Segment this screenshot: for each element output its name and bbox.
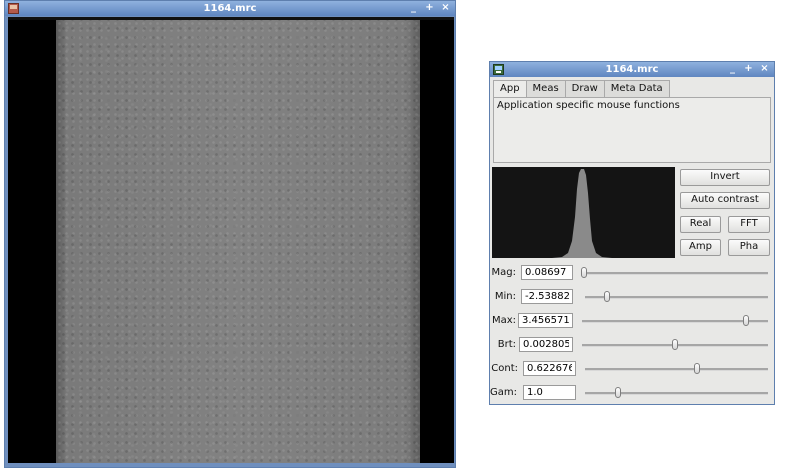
tab-meta-data[interactable]: Meta Data [603, 80, 670, 97]
tab-meas[interactable]: Meas [525, 80, 566, 97]
tab-draw[interactable]: Draw [564, 80, 605, 97]
auto-contrast-button[interactable]: Auto contrast [680, 192, 770, 209]
cont-slider-handle[interactable] [693, 363, 700, 374]
cont-label: Cont: [491, 363, 518, 374]
micrograph-image[interactable] [56, 20, 420, 463]
min-slider-handle[interactable] [603, 291, 610, 302]
tab-app[interactable]: App [493, 80, 527, 98]
max-slider-handle[interactable] [742, 315, 749, 326]
image-canvas[interactable] [8, 17, 454, 463]
mag-field[interactable] [521, 265, 573, 280]
minimize-icon[interactable]: _ [726, 63, 739, 76]
image-window-titlebar[interactable]: 1164.mrc _ + × [5, 1, 455, 16]
maximize-icon[interactable]: + [742, 63, 755, 76]
mag-slider-handle[interactable] [580, 267, 587, 278]
max-field[interactable] [518, 313, 573, 328]
image-window: 1164.mrc _ + × [4, 0, 456, 468]
brt-slider[interactable] [582, 339, 768, 350]
app-panel-text: Application specific mouse functions [497, 100, 680, 111]
real-button[interactable]: Real [680, 216, 721, 233]
minimize-icon[interactable]: _ [407, 2, 420, 15]
gam-slider[interactable] [585, 387, 768, 398]
histogram[interactable] [492, 167, 675, 258]
app-icon[interactable] [493, 64, 504, 75]
max-slider[interactable] [582, 315, 768, 326]
fft-button[interactable]: FFT [728, 216, 770, 233]
app-icon[interactable] [8, 3, 19, 14]
image-window-title: 1164.mrc [203, 3, 257, 14]
control-window-titlebar[interactable]: 1164.mrc _ + × [490, 62, 774, 77]
gam-label: Gam: [490, 387, 517, 398]
close-icon[interactable]: × [758, 63, 771, 76]
brt-label: Brt: [497, 339, 516, 350]
tab-bar: App Meas Draw Meta Data [493, 80, 670, 98]
amp-button[interactable]: Amp [680, 239, 721, 256]
mag-slider[interactable] [580, 267, 768, 278]
control-window-title: 1164.mrc [605, 64, 659, 75]
pha-button[interactable]: Pha [728, 239, 770, 256]
gam-field[interactable] [523, 385, 576, 400]
min-label: Min: [494, 291, 516, 302]
mag-label: Mag: [491, 267, 516, 278]
cont-slider[interactable] [585, 363, 768, 374]
app-tab-panel: Application specific mouse functions [493, 97, 771, 163]
min-field[interactable] [521, 289, 573, 304]
gam-slider-handle[interactable] [614, 387, 621, 398]
max-label: Max: [491, 315, 516, 326]
min-slider[interactable] [585, 291, 768, 302]
control-window: 1164.mrc _ + × App Meas Draw Meta Data A… [489, 61, 775, 405]
brt-field[interactable] [519, 337, 573, 352]
maximize-icon[interactable]: + [423, 2, 436, 15]
close-icon[interactable]: × [439, 2, 452, 15]
cont-field[interactable] [523, 361, 576, 376]
invert-button[interactable]: Invert [680, 169, 770, 186]
brt-slider-handle[interactable] [672, 339, 678, 350]
